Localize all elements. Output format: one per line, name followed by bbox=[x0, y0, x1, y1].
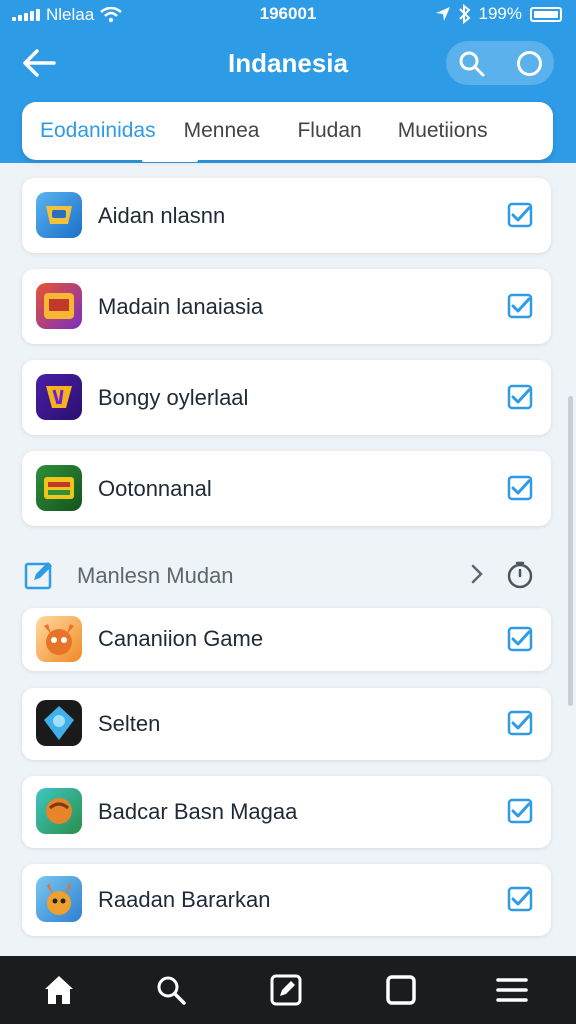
app-name: Madain lanaiasia bbox=[98, 294, 264, 319]
section-header[interactable]: Manlesn Mudan bbox=[0, 548, 576, 600]
list-item[interactable]: Madain lanaiasia bbox=[22, 269, 551, 344]
list-item[interactable]: Selten bbox=[22, 688, 551, 760]
timer-icon[interactable] bbox=[505, 560, 535, 590]
location-icon bbox=[435, 7, 450, 21]
list-item[interactable]: Cananiion Game bbox=[22, 608, 551, 671]
search-icon[interactable] bbox=[154, 973, 188, 1007]
checkbox-checked-icon[interactable] bbox=[507, 710, 533, 736]
list-item[interactable]: Ootonnanal bbox=[22, 451, 551, 526]
app-name: Badcar Basn Magaa bbox=[98, 799, 298, 824]
active-tab-indicator bbox=[142, 158, 198, 162]
search-icon[interactable] bbox=[458, 50, 486, 78]
battery-percent: 199% bbox=[478, 4, 522, 23]
circle-icon[interactable] bbox=[517, 51, 542, 76]
checkbox-checked-icon[interactable] bbox=[507, 293, 533, 319]
chevron-right-icon[interactable] bbox=[468, 563, 486, 585]
list-item[interactable]: Badcar Basn Magaa bbox=[22, 776, 551, 848]
app-name: Selten bbox=[98, 711, 161, 736]
tab-bar: Eodaninidas Mennea Fludan Muetiions bbox=[22, 102, 553, 160]
checkbox-checked-icon[interactable] bbox=[507, 886, 533, 912]
bluetooth-icon bbox=[458, 4, 471, 24]
edit-icon[interactable] bbox=[24, 560, 54, 590]
tab-mennea[interactable]: Mennea bbox=[184, 119, 260, 143]
app-bar: Indanesia bbox=[0, 34, 576, 94]
status-bar: Nlelaa 196001 199% bbox=[0, 0, 576, 30]
app-icon bbox=[36, 700, 82, 746]
checkbox-checked-icon[interactable] bbox=[507, 626, 533, 652]
section-title: Manlesn Mudan bbox=[77, 563, 234, 588]
edit-icon[interactable] bbox=[269, 973, 303, 1007]
menu-icon[interactable] bbox=[495, 973, 529, 1007]
list-item[interactable]: Raadan Bararkan bbox=[22, 864, 551, 936]
header-actions bbox=[446, 41, 554, 85]
app-icon bbox=[36, 788, 82, 834]
app-icon bbox=[36, 616, 82, 662]
app-name: Aidan nlasnn bbox=[98, 203, 226, 228]
tab-eodaninidas[interactable]: Eodaninidas bbox=[40, 119, 156, 143]
app-icon bbox=[36, 465, 82, 511]
tab-fludan[interactable]: Fludan bbox=[297, 119, 361, 143]
app-icon bbox=[36, 283, 82, 329]
tab-muetiions[interactable]: Muetiions bbox=[398, 119, 488, 143]
app-name: Ootonnanal bbox=[98, 476, 212, 501]
app-name: Cananiion Game bbox=[98, 626, 264, 651]
app-icon bbox=[36, 192, 82, 238]
app-name: Bongy oylerlaal bbox=[98, 385, 249, 410]
home-icon[interactable] bbox=[42, 973, 76, 1007]
app-icon bbox=[36, 374, 82, 420]
checkbox-checked-icon[interactable] bbox=[507, 798, 533, 824]
checkbox-checked-icon[interactable] bbox=[507, 475, 533, 501]
checkbox-checked-icon[interactable] bbox=[507, 384, 533, 410]
battery-icon bbox=[530, 6, 562, 22]
app-icon bbox=[36, 876, 82, 922]
bottom-nav bbox=[0, 956, 576, 1024]
list-item[interactable]: Bongy oylerlaal bbox=[22, 360, 551, 435]
list-item[interactable]: Aidan nlasnn bbox=[22, 178, 551, 253]
app-name: Raadan Bararkan bbox=[98, 887, 271, 912]
checkbox-checked-icon[interactable] bbox=[507, 202, 533, 228]
square-icon[interactable] bbox=[384, 973, 418, 1007]
scrollbar[interactable] bbox=[568, 396, 573, 706]
